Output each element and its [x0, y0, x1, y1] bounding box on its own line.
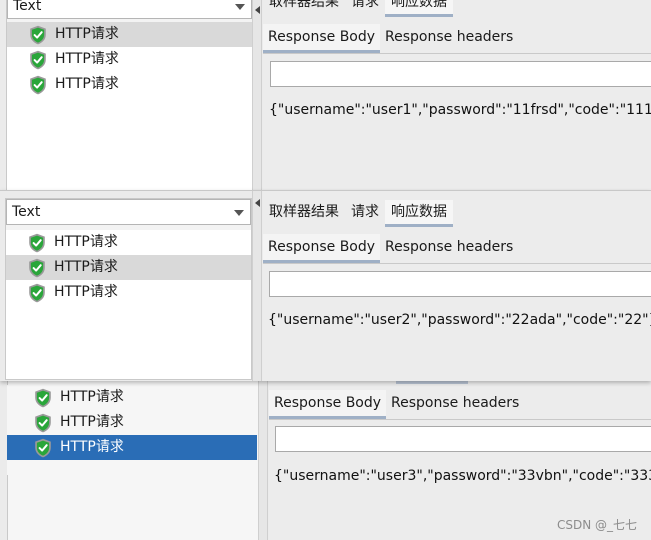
chevron-down-icon [235, 4, 245, 10]
subtab-divider [269, 419, 651, 420]
shield-check-icon [29, 50, 47, 70]
sampler-tree-item[interactable]: HTTP请求 [6, 230, 251, 255]
sampler-label: HTTP请求 [55, 26, 119, 42]
sampler-label: HTTP请求 [54, 284, 118, 300]
sampler-label: HTTP请求 [60, 414, 124, 430]
renderer-dropdown-value: Text [13, 0, 42, 14]
search-field[interactable] [269, 271, 651, 297]
search-field[interactable] [275, 426, 651, 452]
sampler-list-pane: HTTP请求 HTTP请求 HTTP请求 [7, 380, 259, 540]
tab-response-headers[interactable]: Response headers [380, 24, 518, 50]
collapse-left-icon[interactable] [255, 6, 260, 14]
sampler-label: HTTP请求 [55, 51, 119, 67]
response-body-text: {"username":"user3","password":"33vbn","… [274, 468, 651, 484]
response-body-text: {"username":"user1","password":"11frsd",… [269, 102, 651, 118]
results-panel-1: Text HTTP请求 HTTP请求 HTTP请求 取样器结果 请求 响应数据 Re… [0, 0, 651, 190]
tab-response-body[interactable]: Response Body [263, 234, 381, 263]
sampler-label: HTTP请求 [60, 389, 124, 405]
sampler-tree-item[interactable]: HTTP请求 [6, 280, 251, 305]
sampler-tree: HTTP请求 HTTP请求 HTTP请求 [7, 22, 252, 190]
split-divider[interactable] [252, 0, 262, 190]
shield-check-icon [28, 283, 46, 303]
collapse-left-icon[interactable] [255, 199, 260, 207]
sampler-label: HTTP请求 [55, 76, 119, 92]
sampler-tree: HTTP请求 HTTP请求 HTTP请求 [6, 230, 251, 379]
tab-response-body[interactable]: Response Body [263, 24, 381, 53]
tab-request[interactable]: 请求 [345, 0, 385, 14]
response-body-text: {"username":"user2","password":"22ada","… [268, 312, 651, 328]
renderer-dropdown[interactable]: Text [7, 0, 252, 19]
sampler-label: HTTP请求 [60, 439, 124, 455]
sampler-tree-item[interactable]: HTTP请求 [7, 22, 252, 47]
shield-check-icon [34, 438, 52, 458]
shield-check-icon [28, 258, 46, 278]
tab-response-headers[interactable]: Response headers [386, 390, 524, 416]
shield-check-icon [29, 25, 47, 45]
response-subtabs: Response Body Response headers [263, 234, 518, 264]
chevron-down-icon [234, 210, 244, 216]
sampler-tree-item[interactable]: HTTP请求 [7, 410, 257, 435]
tab-response-data[interactable]: 响应数据 [385, 0, 453, 17]
results-panel-3: HTTP请求 HTTP请求 HTTP请求 Response Body Respon… [0, 380, 651, 540]
tab-response-data[interactable]: 响应数据 [385, 200, 453, 227]
sampler-tree-item[interactable]: HTTP请求 [7, 435, 257, 460]
sampler-tree-item[interactable]: HTTP请求 [7, 47, 252, 72]
sampler-tree-item[interactable]: HTTP请求 [7, 385, 257, 410]
renderer-dropdown[interactable]: Text [6, 199, 251, 225]
split-divider[interactable] [258, 380, 268, 540]
split-divider[interactable] [252, 191, 262, 381]
sampler-list-pane: Text HTTP请求 HTTP请求 HTTP请求 [5, 198, 252, 380]
sampler-list-pane: Text HTTP请求 HTTP请求 HTTP请求 [6, 0, 253, 190]
tab-response-headers[interactable]: Response headers [380, 234, 518, 260]
tab-sampler-result[interactable]: 取样器结果 [263, 0, 345, 14]
sampler-tree: HTTP请求 HTTP请求 HTTP请求 [7, 385, 257, 475]
search-field[interactable] [270, 61, 651, 87]
watermark: CSDN @_七七 [556, 518, 637, 532]
subtab-divider [263, 53, 651, 54]
renderer-dropdown-value: Text [12, 204, 41, 220]
shield-check-icon [28, 233, 46, 253]
response-pane: 取样器结果 请求 响应数据 Response Body Response header… [263, 191, 651, 381]
response-pane: 取样器结果 请求 响应数据 Response Body Response header… [263, 0, 651, 190]
subtab-divider [263, 263, 651, 264]
sampler-tree-item[interactable]: HTTP请求 [7, 72, 252, 97]
sampler-tree-item[interactable]: HTTP请求 [6, 255, 251, 280]
results-panel-2: Text HTTP请求 HTTP请求 HTTP请求 取样器结果 请求 响应数据 Re… [0, 190, 651, 381]
response-subtabs: Response Body Response headers [263, 24, 518, 54]
shield-check-icon [34, 388, 52, 408]
shield-check-icon [29, 75, 47, 95]
tab-request[interactable]: 请求 [345, 200, 385, 224]
shield-check-icon [34, 413, 52, 433]
result-tabs: 取样器结果 请求 响应数据 [263, 200, 453, 227]
tab-response-body[interactable]: Response Body [269, 390, 387, 419]
response-subtabs: Response Body Response headers [269, 390, 524, 420]
tab-sampler-result[interactable]: 取样器结果 [263, 200, 345, 224]
sampler-label: HTTP请求 [54, 234, 118, 250]
result-tabs: 取样器结果 请求 响应数据 [263, 0, 453, 17]
sampler-label: HTTP请求 [54, 259, 118, 275]
